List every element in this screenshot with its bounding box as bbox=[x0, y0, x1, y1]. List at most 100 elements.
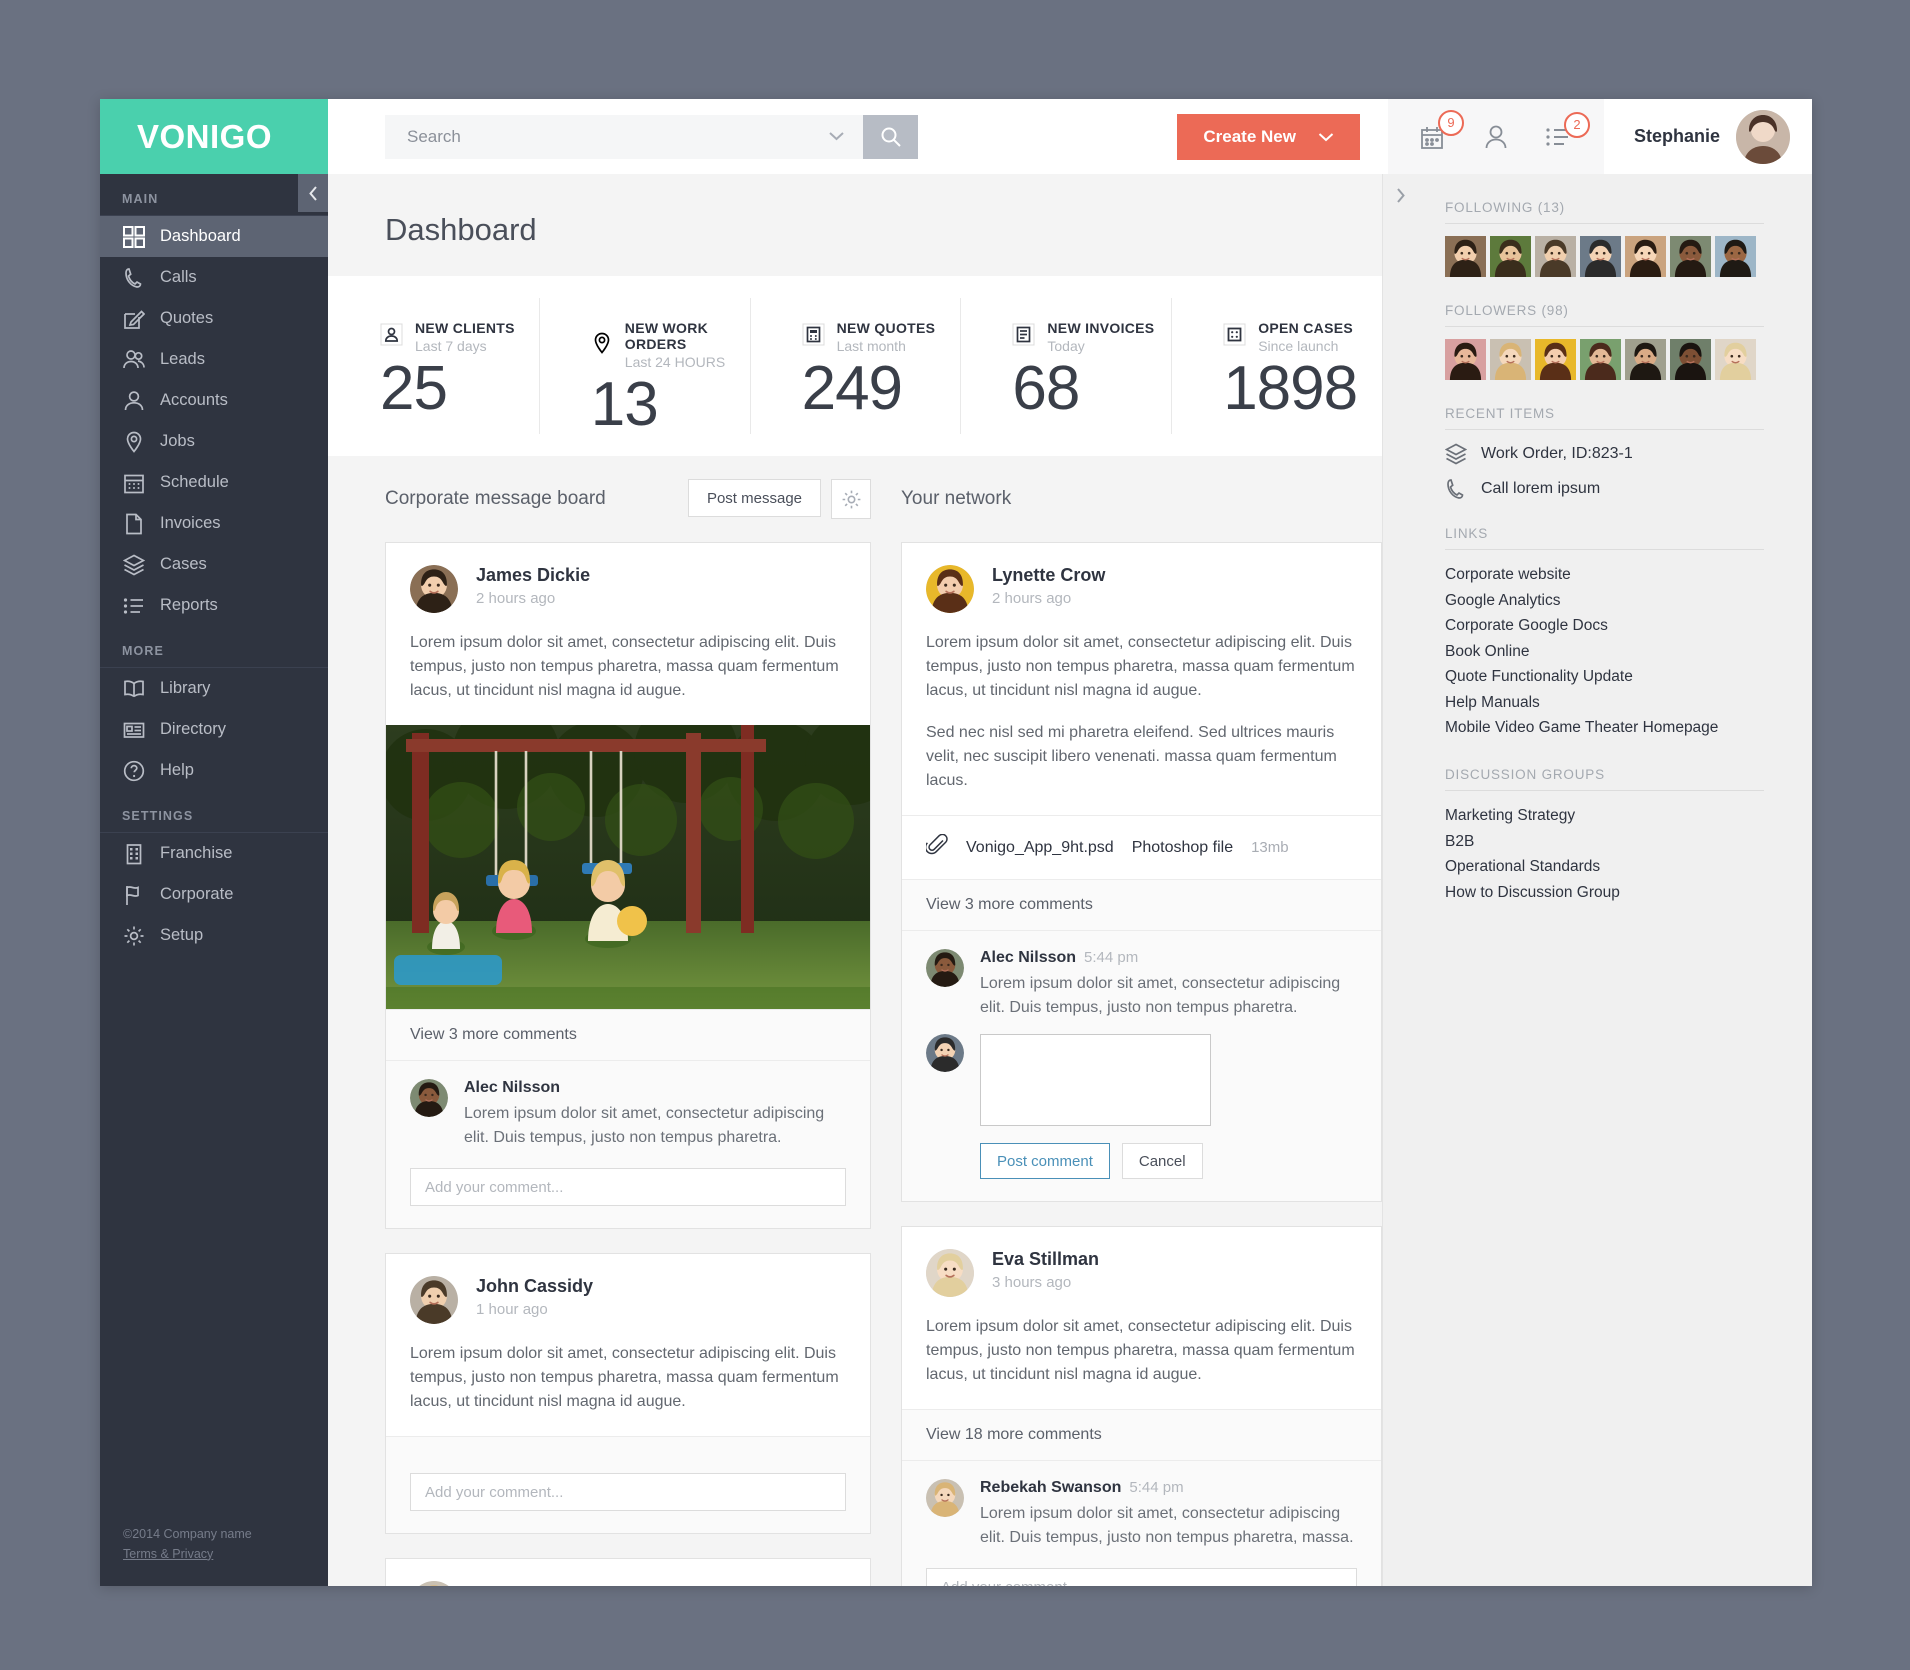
sidebar-item-setup[interactable]: Setup bbox=[100, 915, 328, 956]
discussion-group-link[interactable]: Operational Standards bbox=[1445, 854, 1764, 880]
tasks-button[interactable]: 2 bbox=[1544, 111, 1590, 150]
add-comment-input[interactable] bbox=[926, 1568, 1357, 1586]
sidebar-link[interactable]: Corporate Google Docs bbox=[1445, 613, 1764, 639]
rightbar-expand-button[interactable] bbox=[1383, 174, 1418, 216]
sidebar-item-quotes[interactable]: Quotes bbox=[100, 298, 328, 339]
avatar[interactable] bbox=[1580, 236, 1621, 277]
avatar[interactable] bbox=[1445, 236, 1486, 277]
avatar[interactable] bbox=[1580, 339, 1621, 380]
sidebar-link[interactable]: Mobile Video Game Theater Homepage bbox=[1445, 715, 1764, 741]
layers-icon bbox=[1445, 443, 1467, 465]
post-author: James Dickie bbox=[476, 565, 591, 585]
sidebar-item-corporate[interactable]: Corporate bbox=[100, 874, 328, 915]
create-new-button[interactable]: Create New bbox=[1177, 113, 1360, 160]
view-more-comments-link[interactable]: View 18 more comments bbox=[902, 1409, 1381, 1460]
sidebar-item-cases[interactable]: Cases bbox=[100, 544, 328, 585]
terms-privacy-link[interactable]: Terms & Privacy bbox=[123, 1547, 213, 1561]
sidebar-item-help[interactable]: Help bbox=[100, 750, 328, 791]
user-menu[interactable]: Stephanie bbox=[1603, 99, 1812, 174]
question-circle-icon bbox=[123, 760, 145, 782]
avatar[interactable] bbox=[1625, 339, 1666, 380]
avatar[interactable] bbox=[1670, 339, 1711, 380]
post-body: Lorem ipsum dolor sit amet, consectetur … bbox=[410, 1345, 839, 1410]
kpi-subtitle: Last 7 days bbox=[415, 338, 487, 354]
sidebar-item-schedule[interactable]: Schedule bbox=[100, 462, 328, 503]
search-button[interactable] bbox=[863, 114, 918, 159]
avatar[interactable] bbox=[1535, 236, 1576, 277]
sidebar-link[interactable]: Quote Functionality Update bbox=[1445, 664, 1764, 690]
view-more-comments-link[interactable]: View 3 more comments bbox=[902, 879, 1381, 930]
sidebar-link[interactable]: Corporate website bbox=[1445, 562, 1764, 588]
search-input[interactable] bbox=[407, 126, 824, 147]
avatar[interactable] bbox=[1445, 339, 1486, 380]
avatar[interactable] bbox=[1715, 339, 1756, 380]
search-scope-chevron-down-icon[interactable] bbox=[824, 128, 849, 145]
avatar[interactable] bbox=[1670, 236, 1711, 277]
kpi-card: NEW CLIENTS Last 7 days 25 bbox=[328, 276, 539, 456]
recent-item[interactable]: Call lorem ipsum bbox=[1445, 465, 1764, 500]
discussion-group-link[interactable]: Marketing Strategy bbox=[1445, 803, 1764, 829]
comment: Rebekah Swanson 5:44 pm Lorem ipsum dolor … bbox=[926, 1479, 1357, 1550]
comment: Alec Nilsson Lorem ipsum dolor sit amet, … bbox=[410, 1079, 846, 1150]
avatar bbox=[926, 949, 964, 987]
sidebar-item-reports[interactable]: Reports bbox=[100, 585, 328, 626]
discussion-group-link[interactable]: B2B bbox=[1445, 829, 1764, 855]
app-logo[interactable]: VONIGO bbox=[100, 99, 328, 174]
contacts-button[interactable] bbox=[1482, 122, 1510, 152]
avatar[interactable] bbox=[1625, 236, 1666, 277]
sidebar-item-label: Quotes bbox=[160, 309, 214, 327]
sidebar-link[interactable]: Google Analytics bbox=[1445, 588, 1764, 614]
network-post: Eva Stillman 3 hours ago Lorem ipsum dolor… bbox=[901, 1226, 1382, 1586]
search-bar bbox=[385, 114, 918, 159]
recent-item[interactable]: Work Order, ID:823-1 bbox=[1445, 430, 1764, 465]
post-time: 2 hours ago bbox=[992, 590, 1072, 607]
avatar bbox=[926, 1479, 964, 1517]
app-window: VONIGO MAIN Dashboard Calls Quotes Leads Acco… bbox=[100, 99, 1812, 1586]
page-title: Dashboard bbox=[385, 212, 537, 247]
message-post: John Cassidy 1 hour ago Lorem ipsum dolor … bbox=[385, 1253, 871, 1534]
logo-text: VONIGO bbox=[137, 117, 273, 155]
user-icon bbox=[123, 390, 145, 412]
following-avatars bbox=[1445, 224, 1764, 277]
post-body: Lorem ipsum dolor sit amet, consectetur … bbox=[410, 634, 839, 699]
add-comment-input[interactable] bbox=[410, 1168, 846, 1206]
cases-icon bbox=[1223, 323, 1246, 351]
sidebar-item-calls[interactable]: Calls bbox=[100, 257, 328, 298]
right-sidebar: FOLLOWING (13) FOLLOWERS (98) RECENT ITE… bbox=[1417, 174, 1812, 1586]
id-card-icon bbox=[123, 719, 145, 741]
sidebar-item-directory[interactable]: Directory bbox=[100, 709, 328, 750]
comment-textarea[interactable] bbox=[980, 1034, 1211, 1126]
sidebar-item-leads[interactable]: Leads bbox=[100, 339, 328, 380]
network-post: Lynette Crow 2 hours ago Lorem ipsum dolor… bbox=[901, 542, 1382, 1202]
post-comment-button[interactable]: Post comment bbox=[980, 1143, 1110, 1179]
add-comment-input[interactable] bbox=[410, 1473, 846, 1511]
comment-author: Alec Nilsson bbox=[464, 1079, 561, 1096]
sidebar-item-accounts[interactable]: Accounts bbox=[100, 380, 328, 421]
cancel-comment-button[interactable]: Cancel bbox=[1121, 1143, 1203, 1179]
sidebar-link[interactable]: Book Online bbox=[1445, 639, 1764, 665]
left-sidebar: VONIGO MAIN Dashboard Calls Quotes Leads Acco… bbox=[100, 99, 328, 1586]
avatar[interactable] bbox=[1535, 339, 1576, 380]
main-area: Create New 9 bbox=[328, 99, 1812, 1586]
message-board-settings-button[interactable] bbox=[831, 479, 871, 519]
sidebar-item-franchise[interactable]: Franchise bbox=[100, 833, 328, 874]
avatar[interactable] bbox=[1490, 236, 1531, 277]
avatar[interactable] bbox=[1490, 339, 1531, 380]
sidebar-item-dashboard[interactable]: Dashboard bbox=[100, 216, 328, 257]
comments-section: Alec Nilsson 5:44 pm Lorem ipsum dolor sit… bbox=[902, 930, 1381, 1201]
discussion-group-link[interactable]: How to Discussion Group bbox=[1445, 880, 1764, 906]
sidebar-collapse-button[interactable] bbox=[298, 174, 328, 212]
attachment-row[interactable]: Vonigo_App_9ht.psd Photoshop file 13mb bbox=[902, 815, 1381, 879]
view-more-comments-link[interactable]: View 3 more comments bbox=[386, 1009, 870, 1060]
post-message-button[interactable]: Post message bbox=[687, 479, 821, 517]
sidebar-link[interactable]: Help Manuals bbox=[1445, 690, 1764, 716]
kpi-subtitle: Today bbox=[1047, 338, 1085, 354]
calendar-notifications-button[interactable]: 9 bbox=[1418, 109, 1464, 152]
sidebar-item-jobs[interactable]: Jobs bbox=[100, 421, 328, 462]
kpi-value: 249 bbox=[801, 354, 903, 423]
sidebar-item-library[interactable]: Library bbox=[100, 668, 328, 709]
recent-item-label: Work Order, ID:823-1 bbox=[1481, 445, 1633, 462]
avatar bbox=[410, 1079, 448, 1117]
avatar[interactable] bbox=[1715, 236, 1756, 277]
sidebar-item-invoices[interactable]: Invoices bbox=[100, 503, 328, 544]
